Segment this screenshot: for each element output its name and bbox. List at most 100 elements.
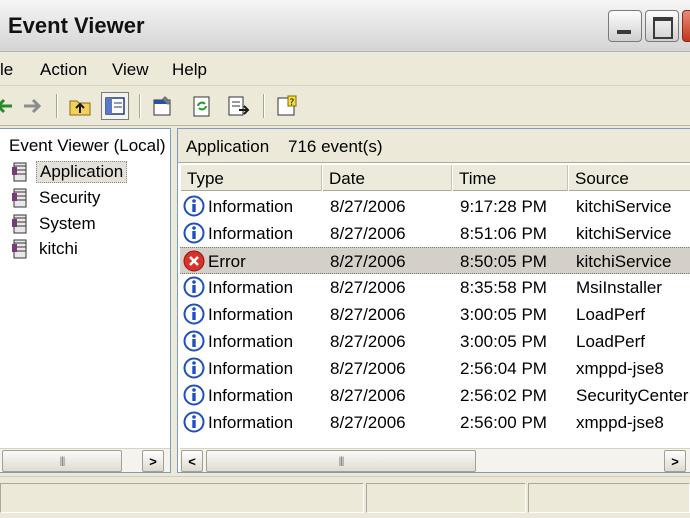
- tree-horizontal-scrollbar[interactable]: ||| >: [0, 448, 170, 472]
- help-icon: ?: [277, 95, 297, 116]
- info-icon: [183, 357, 205, 379]
- menu-view[interactable]: View: [112, 60, 149, 80]
- minimize-button[interactable]: [608, 10, 642, 42]
- table-row[interactable]: Information 8/27/2006 2:56:00 PM xmppd-jse8: [180, 409, 690, 436]
- cell-date: 8/27/2006: [330, 252, 406, 271]
- refresh-icon: [193, 96, 210, 117]
- column-header-source[interactable]: Source: [568, 165, 690, 191]
- event-log-icon: [10, 187, 30, 209]
- toolbar-separator: [56, 94, 58, 118]
- scrollbar-thumb[interactable]: |||: [206, 450, 476, 472]
- info-icon: [183, 222, 205, 244]
- info-icon: [183, 411, 205, 433]
- menu-action[interactable]: Action: [40, 60, 87, 80]
- back-button[interactable]: [0, 92, 20, 120]
- export-list-icon: [228, 96, 250, 116]
- table-row[interactable]: Information 8/27/2006 9:17:28 PM kitchiServ…: [180, 193, 690, 220]
- event-log-icon: [10, 213, 30, 235]
- show-hide-tree-button[interactable]: [101, 92, 129, 120]
- event-log-icon: [10, 161, 30, 183]
- table-row[interactable]: Information 8/27/2006 8:35:58 PM MsiInstall…: [180, 274, 690, 301]
- menu-bar: le Action View Help: [0, 52, 690, 86]
- scroll-right-button[interactable]: >: [664, 450, 686, 472]
- tree-item-label: System: [39, 214, 96, 233]
- info-icon: [183, 384, 205, 406]
- info-icon: [183, 303, 205, 325]
- toolbar: ?: [0, 86, 690, 126]
- tree-item-kitchi[interactable]: kitchi: [10, 238, 78, 260]
- cell-time: 2:56:00 PM: [460, 413, 547, 432]
- info-icon: [183, 195, 205, 217]
- menu-file[interactable]: le: [0, 60, 13, 80]
- forward-icon: [24, 98, 42, 114]
- column-header-time[interactable]: Time: [452, 165, 568, 191]
- cell-source: kitchiService: [576, 252, 672, 271]
- error-icon: [183, 250, 205, 272]
- up-folder-icon: [69, 100, 91, 116]
- tree-item-label: Application: [36, 161, 128, 183]
- tree-root[interactable]: Event Viewer (Local): [0, 136, 166, 156]
- close-button[interactable]: [682, 10, 690, 42]
- scroll-right-button[interactable]: >: [142, 450, 164, 472]
- back-icon: [0, 98, 12, 114]
- status-bar: [0, 476, 690, 518]
- properties-button[interactable]: [149, 92, 177, 120]
- cell-type: Error: [208, 252, 246, 271]
- cell-type: Information: [208, 413, 294, 432]
- toolbar-separator: [263, 94, 265, 118]
- cell-type: Information: [208, 359, 294, 378]
- table-row[interactable]: Error 8/27/2006 8:50:05 PM kitchiService: [180, 247, 690, 274]
- tree-item-system[interactable]: System: [10, 213, 96, 235]
- cell-source: LoadPerf: [576, 332, 645, 351]
- properties-icon: [153, 96, 171, 116]
- table-row[interactable]: Information 8/27/2006 2:56:02 PM SecurityCe…: [180, 382, 690, 409]
- cell-time: 2:56:04 PM: [460, 359, 547, 378]
- help-button[interactable]: ?: [273, 92, 301, 120]
- show-hide-tree-icon: [105, 97, 125, 115]
- forward-button[interactable]: [18, 92, 46, 120]
- table-row[interactable]: Information 8/27/2006 3:00:05 PM LoadPerf: [180, 301, 690, 328]
- column-header-date[interactable]: Date: [322, 165, 452, 191]
- scrollbar-thumb[interactable]: |||: [2, 450, 122, 472]
- list-horizontal-scrollbar[interactable]: < ||| >: [180, 448, 690, 472]
- tree-item-application[interactable]: Application: [10, 161, 128, 183]
- event-list-pane: Application 716 event(s) Type Date Time …: [177, 128, 690, 473]
- tree-root-label: Event Viewer (Local): [9, 136, 166, 155]
- refresh-button[interactable]: [188, 92, 216, 120]
- table-row[interactable]: Information 8/27/2006 3:00:05 PM LoadPerf: [180, 328, 690, 355]
- scroll-left-button[interactable]: <: [181, 450, 203, 472]
- maximize-button[interactable]: [645, 10, 679, 42]
- up-one-level-button[interactable]: [66, 92, 94, 120]
- tree-item-label: Security: [39, 188, 101, 207]
- cell-type: Information: [208, 332, 294, 351]
- tree-item-security[interactable]: Security: [10, 187, 100, 209]
- cell-type: Information: [208, 278, 294, 297]
- column-header-type[interactable]: Type: [180, 165, 322, 191]
- title-bar[interactable]: Event Viewer: [0, 0, 690, 52]
- cell-source: LoadPerf: [576, 305, 645, 324]
- event-log-icon: [10, 238, 30, 260]
- table-row[interactable]: Information 8/27/2006 8:51:06 PM kitchiServ…: [180, 220, 690, 247]
- event-list[interactable]: Information 8/27/2006 9:17:28 PM kitchiServ…: [180, 193, 690, 445]
- window-title: Event Viewer: [8, 13, 145, 38]
- log-header: Application 716 event(s): [178, 129, 690, 163]
- log-name: Application: [186, 137, 270, 156]
- cell-date: 8/27/2006: [330, 197, 406, 216]
- table-row[interactable]: Information 8/27/2006 2:56:04 PM xmppd-jse8: [180, 355, 690, 382]
- menu-help[interactable]: Help: [172, 60, 207, 80]
- cell-source: kitchiService: [576, 224, 672, 243]
- cell-time: 2:56:02 PM: [460, 386, 547, 405]
- status-panel: [528, 483, 690, 513]
- status-panel: [0, 483, 364, 513]
- console-tree[interactable]: Event Viewer (Local) Application Securit…: [0, 128, 171, 473]
- cell-date: 8/27/2006: [330, 332, 406, 351]
- cell-date: 8/27/2006: [330, 413, 406, 432]
- svg-text:?: ?: [290, 98, 295, 108]
- cell-type: Information: [208, 305, 294, 324]
- cell-date: 8/27/2006: [330, 278, 406, 297]
- event-count: 716 event(s): [288, 137, 383, 156]
- cell-source: kitchiService: [576, 197, 672, 216]
- export-list-button[interactable]: [224, 92, 252, 120]
- cell-source: xmppd-jse8: [576, 359, 664, 378]
- cell-date: 8/27/2006: [330, 305, 406, 324]
